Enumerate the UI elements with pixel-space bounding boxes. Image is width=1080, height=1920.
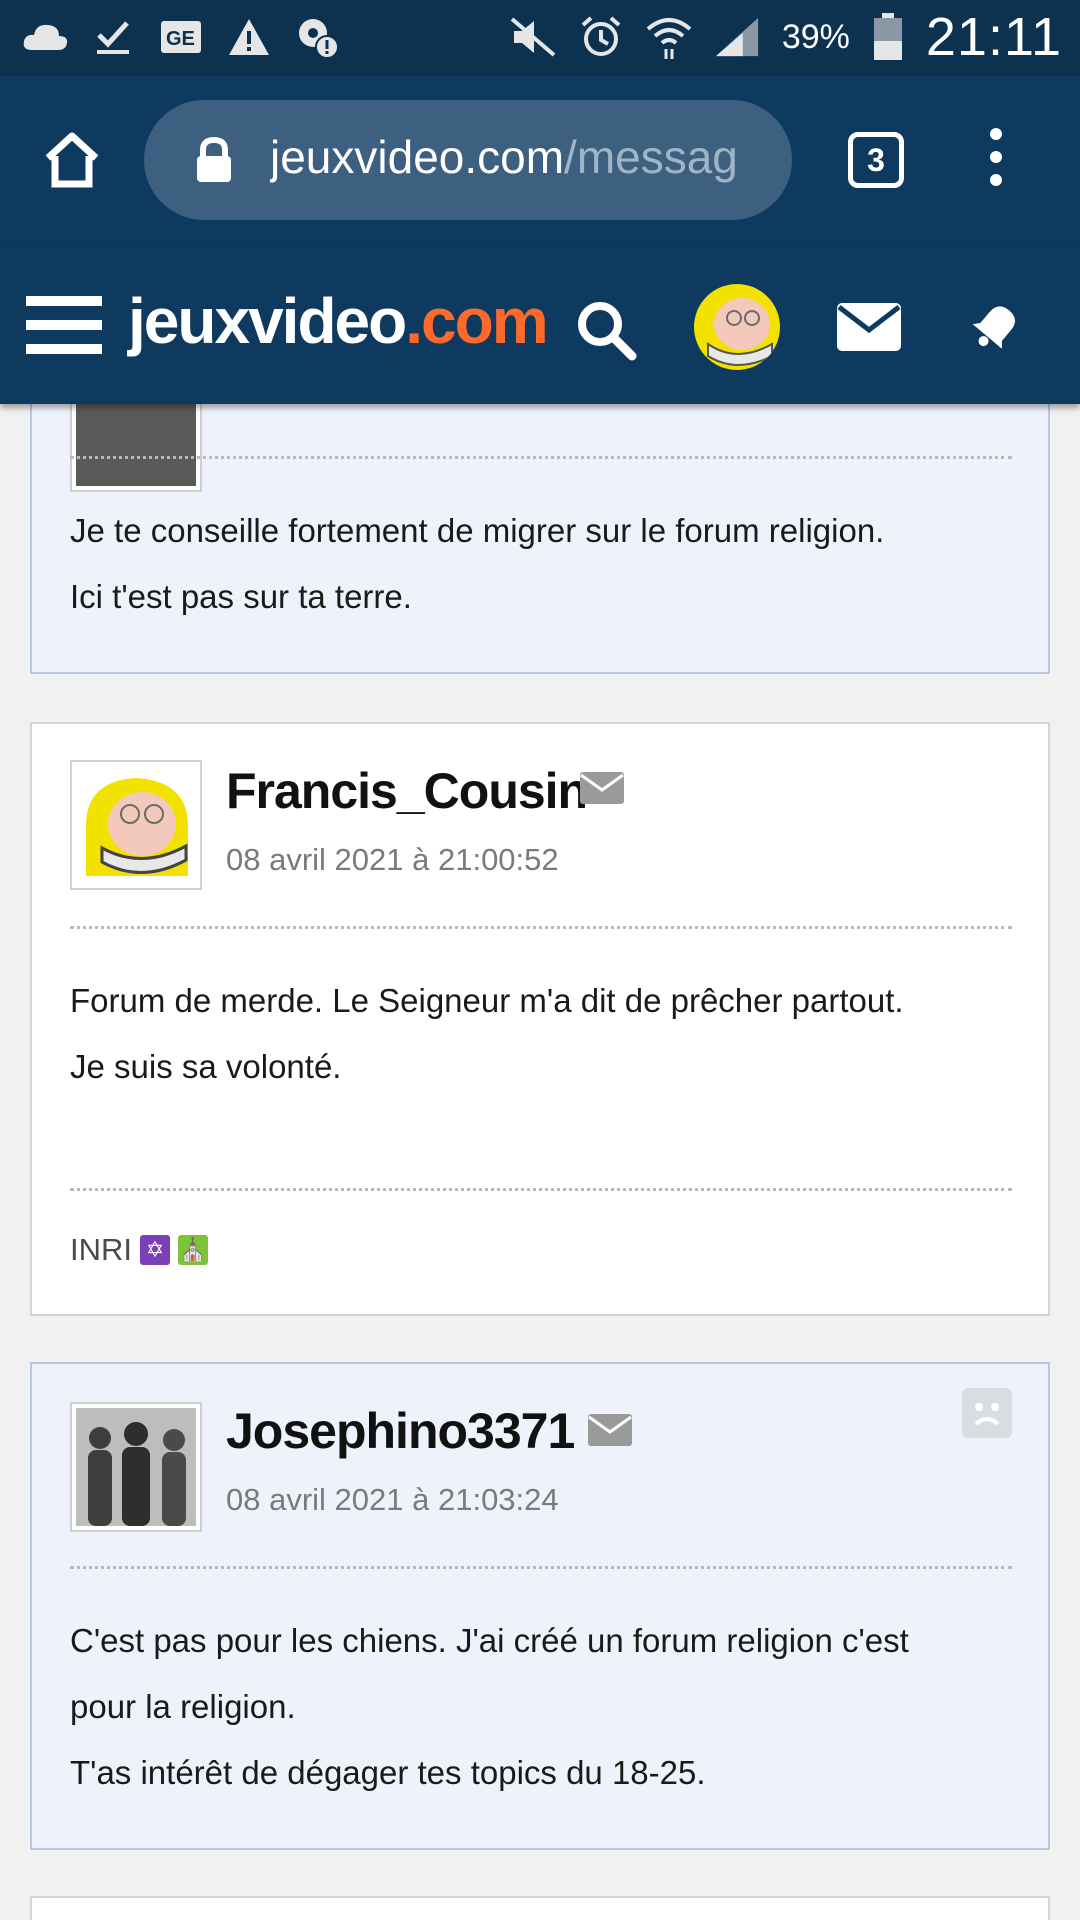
battery-percent: 39% — [781, 17, 850, 56]
message-line: Je te conseille fortement de migrer sur … — [70, 512, 885, 549]
forum-post: Josephino3371 08 avril 2021 à 21:03:24 C… — [30, 1362, 1050, 1850]
post-message: Je te conseille fortement de migrer sur … — [70, 498, 1020, 630]
logo-main: jeuxvideo — [128, 285, 407, 357]
post-message: C'est pas pour les chiens. J'ai créé un … — [70, 1608, 1020, 1806]
post-separator — [70, 1566, 1012, 1569]
place-of-worship-icon: ⛪ — [178, 1235, 208, 1265]
site-logo[interactable]: jeuxvideo.com — [128, 284, 549, 358]
forum-post: Francis_Cousin 08 avril 2021 à 21:00:52 … — [30, 722, 1050, 1316]
message-line: Forum de merde. Le Seigneur m'a dit de p… — [70, 982, 904, 1019]
avatar-image — [76, 766, 196, 884]
menu-line — [26, 296, 102, 306]
home-icon — [45, 132, 99, 188]
overflow-menu-button[interactable] — [980, 128, 1012, 192]
status-bar: GE 39% 21:11 — [0, 0, 1080, 76]
send-message-button[interactable] — [588, 1414, 632, 1446]
svg-text:GE: GE — [166, 28, 195, 50]
post-message: Forum de merde. Le Seigneur m'a dit de p… — [70, 968, 1020, 1100]
menu-dot — [990, 151, 1002, 163]
post-date[interactable]: 08 avril 2021 à 21:03:24 — [226, 1482, 559, 1518]
wifi-icon — [646, 14, 692, 60]
post-separator — [70, 456, 1012, 459]
home-button[interactable] — [40, 128, 104, 192]
avatar-image — [694, 284, 780, 370]
search-button[interactable] — [574, 298, 638, 362]
message-line: Ici t'est pas sur ta terre. — [70, 578, 412, 615]
status-left-icons: GE — [22, 14, 340, 60]
menu-line — [26, 320, 102, 330]
author-avatar[interactable] — [70, 1402, 202, 1532]
browser-toolbar: jeuxvideo.com/messag 3 — [0, 76, 1080, 244]
battery-icon — [872, 13, 904, 60]
site-header: jeuxvideo.com — [0, 244, 1080, 404]
signal-icon — [714, 14, 760, 60]
url-text: jeuxvideo.com/messag — [270, 130, 780, 184]
menu-dot — [990, 174, 1002, 186]
user-avatar-button[interactable] — [694, 284, 780, 370]
notifications-button[interactable] — [966, 294, 1028, 356]
lock-icon — [194, 136, 234, 184]
post-signature: INRI ✡ ⛪ — [70, 1232, 208, 1268]
sad-face-icon — [974, 1403, 1000, 1426]
clock: 21:11 — [925, 7, 1062, 67]
messages-button[interactable] — [836, 302, 902, 352]
signature-separator — [70, 1188, 1012, 1191]
envelope-icon — [588, 1414, 632, 1446]
mute-icon — [510, 14, 556, 60]
post-author[interactable]: Josephino3371 — [226, 1402, 575, 1460]
send-message-button[interactable] — [580, 772, 624, 804]
report-button[interactable] — [962, 1388, 1012, 1438]
hamburger-menu-button[interactable] — [26, 296, 102, 356]
url-path: /messag — [564, 131, 738, 183]
menu-line — [26, 344, 102, 354]
alarm-icon — [578, 14, 624, 60]
bell-icon — [972, 306, 1016, 349]
check-icon — [90, 14, 136, 60]
search-icon — [578, 302, 637, 361]
message-line: Je suis sa volonté. — [70, 1048, 342, 1085]
url-host: jeuxvideo.com — [270, 131, 565, 183]
ge-news-icon: GE — [158, 14, 204, 60]
message-line: pour la religion. — [70, 1688, 296, 1725]
address-bar[interactable]: jeuxvideo.com/messag — [144, 100, 792, 220]
star-of-david-icon: ✡ — [140, 1235, 170, 1265]
status-right-icons: 39% 21:11 — [510, 6, 1062, 68]
settings-alert-icon — [294, 14, 340, 60]
cloud-icon — [22, 14, 68, 60]
post-date[interactable]: 08 avril 2021 à 21:00:52 — [226, 842, 559, 878]
post-author[interactable]: Francis_Cousin — [226, 762, 588, 820]
logo-accent: .com — [405, 285, 548, 357]
avatar-image — [76, 1408, 196, 1526]
forum-post — [30, 1896, 1050, 1920]
message-line: C'est pas pour les chiens. J'ai créé un … — [70, 1622, 909, 1659]
mail-icon — [837, 303, 901, 351]
author-avatar[interactable] — [70, 760, 202, 890]
envelope-icon — [580, 772, 624, 804]
signature-text: INRI — [70, 1232, 132, 1267]
tab-switcher-button[interactable]: 3 — [848, 132, 904, 188]
warning-icon — [226, 14, 272, 60]
message-line: T'as intérêt de dégager tes topics du 18… — [70, 1754, 706, 1791]
post-separator — [70, 926, 1012, 929]
menu-dot — [990, 128, 1002, 140]
